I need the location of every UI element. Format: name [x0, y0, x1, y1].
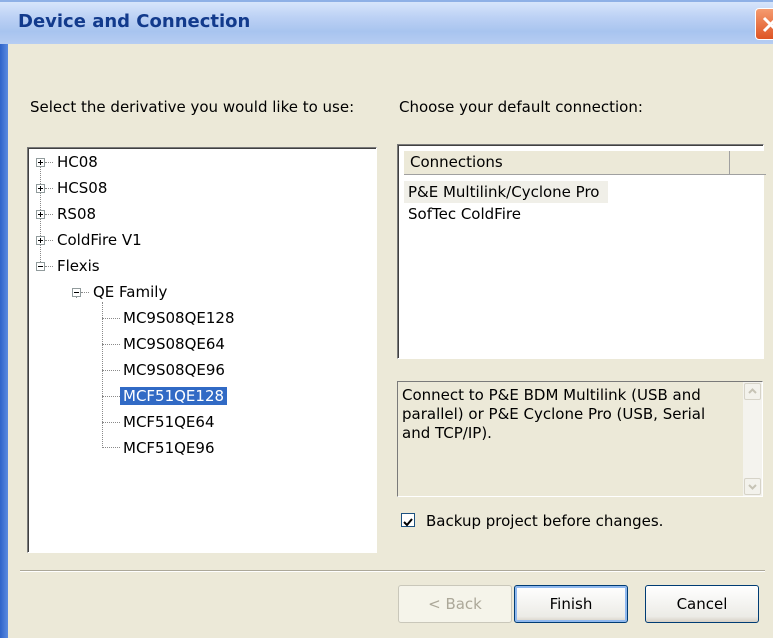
backup-checkbox[interactable]	[401, 513, 415, 527]
collapse-icon[interactable]	[72, 288, 81, 297]
back-button[interactable]: < Back	[398, 585, 512, 623]
backup-label[interactable]: Backup project before changes.	[426, 512, 663, 530]
scroll-up-button[interactable]	[744, 383, 761, 400]
tree-item-hc08[interactable]: HC08	[57, 150, 98, 174]
derivative-prompt: Select the derivative you would like to …	[30, 98, 355, 116]
cancel-button[interactable]: Cancel	[645, 585, 759, 623]
connections-column-header[interactable]: Connections	[404, 151, 766, 175]
close-icon	[762, 16, 773, 33]
tree-item-mcf51qe64[interactable]: MCF51QE64	[123, 410, 215, 434]
expand-icon[interactable]	[36, 236, 45, 245]
expand-icon[interactable]	[36, 184, 45, 193]
divider	[20, 570, 765, 572]
tree-item-coldfire-v1[interactable]: ColdFire V1	[57, 228, 142, 252]
description-text: Connect to P&E BDM Multilink (USB and pa…	[402, 386, 706, 442]
tree-item-mc9s08qe64[interactable]: MC9S08QE64	[123, 332, 225, 356]
tree-item-mc9s08qe128[interactable]: MC9S08QE128	[123, 306, 234, 330]
arrow-up-icon	[748, 388, 757, 394]
description-scrollbar[interactable]	[743, 382, 762, 496]
close-button[interactable]	[755, 8, 773, 40]
connections-list[interactable]: Connections P&E Multilink/Cyclone Pro So…	[397, 144, 766, 359]
window-title: Device and Connection	[18, 11, 251, 32]
finish-button[interactable]: Finish	[514, 585, 628, 623]
window-frame-left	[0, 44, 8, 638]
column-header-label: Connections	[404, 151, 730, 174]
arrow-down-icon	[748, 484, 757, 490]
derivative-tree[interactable]: HC08 HCS08 RS08 ColdFire V1 Flexis QE Fa…	[27, 147, 377, 553]
connection-item-pe-multilink[interactable]: P&E Multilink/Cyclone Pro	[404, 181, 608, 203]
tree-item-hcs08[interactable]: HCS08	[57, 176, 107, 200]
connection-description: Connect to P&E BDM Multilink (USB and pa…	[397, 381, 763, 497]
checkmark-icon	[403, 518, 413, 527]
expand-icon[interactable]	[36, 158, 45, 167]
tree-item-mc9s08qe96[interactable]: MC9S08QE96	[123, 358, 225, 382]
tree-item-mcf51qe128-selected[interactable]: MCF51QE128	[120, 384, 228, 408]
tree-item-qe-family[interactable]: QE Family	[93, 280, 167, 304]
scroll-down-button[interactable]	[744, 478, 761, 495]
connection-prompt: Choose your default connection:	[399, 98, 643, 116]
collapse-icon[interactable]	[36, 262, 45, 271]
tree-item-mcf51qe96[interactable]: MCF51QE96	[123, 436, 215, 460]
tree-item-label: MCF51QE128	[120, 387, 228, 405]
title-bar[interactable]: Device and Connection	[0, 0, 773, 44]
connection-item-softec-coldfire[interactable]: SofTec ColdFire	[404, 203, 521, 225]
tree-item-flexis[interactable]: Flexis	[57, 254, 100, 278]
tree-item-rs08[interactable]: RS08	[57, 202, 96, 226]
expand-icon[interactable]	[36, 210, 45, 219]
